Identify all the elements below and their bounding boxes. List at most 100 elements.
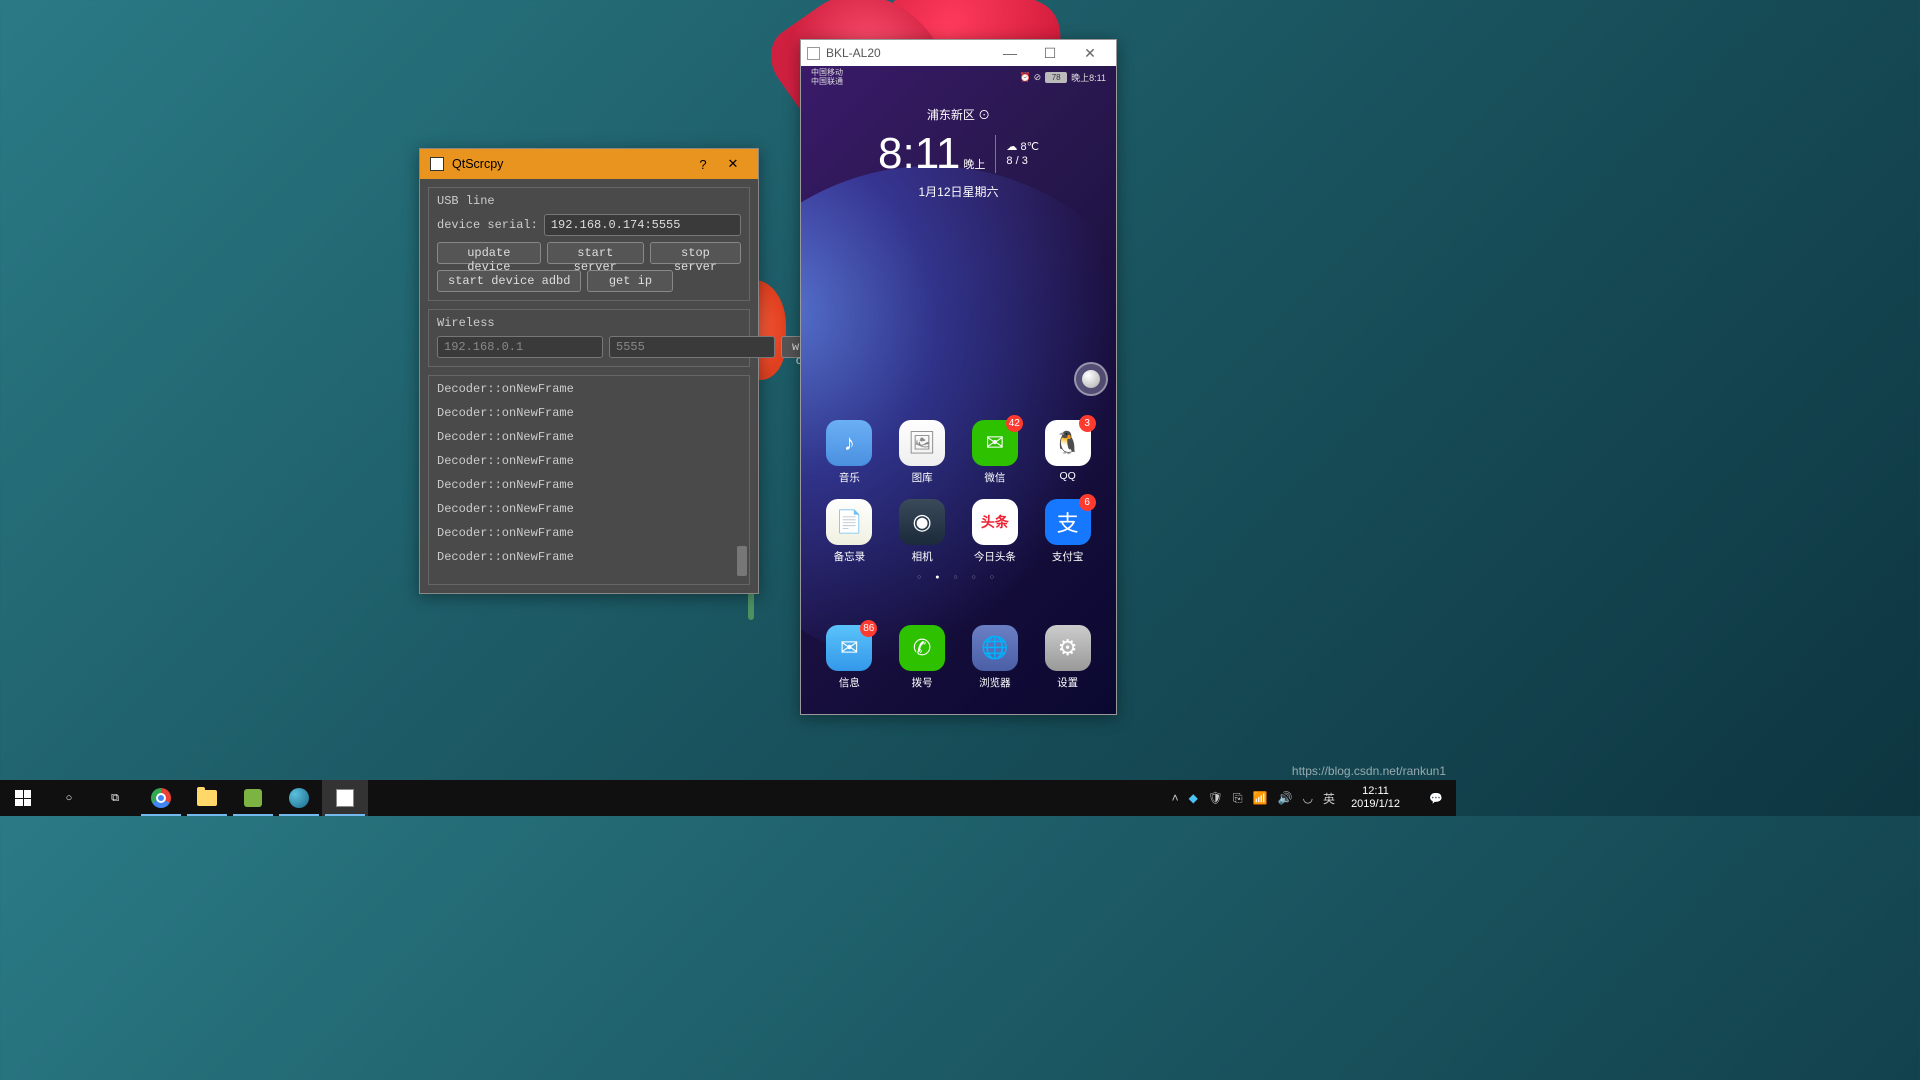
app-图库[interactable]: 🖼 图库 xyxy=(892,420,952,485)
app-icon: ✆ xyxy=(899,625,945,671)
qt-body: USB line device serial: update device st… xyxy=(420,179,758,593)
app-备忘录[interactable]: 📄 备忘录 xyxy=(819,499,879,564)
app-icon: ♪ xyxy=(826,420,872,466)
badge: 86 xyxy=(860,620,877,637)
app-label: 图库 xyxy=(892,470,952,485)
tray-shield-icon[interactable]: 🛡 xyxy=(1208,791,1223,805)
wireless-ip-input[interactable] xyxy=(437,336,603,358)
app-信息[interactable]: ✉信息86 xyxy=(819,625,879,690)
app-label: 浏览器 xyxy=(965,675,1025,690)
app-grid: ♪音乐🖼图库✉微信42🐧QQ3 📄备忘录◉相机头条今日头条支支付宝6 ○ ● ○… xyxy=(801,420,1116,581)
app-label: 信息 xyxy=(819,675,879,690)
log-line: Decoder::onNewFrame xyxy=(437,454,741,468)
divider xyxy=(995,135,996,173)
taskbar-qtscrcpy[interactable] xyxy=(322,780,368,816)
battery-icon: 78 xyxy=(1045,72,1067,83)
tray-wifi-icon[interactable]: 📶 xyxy=(1253,791,1268,805)
cortana-button[interactable]: ○ xyxy=(46,780,92,816)
tray-chevron-icon[interactable]: ˄ xyxy=(1172,791,1179,805)
phone-mirror-window: BKL-AL20 — ☐ ✕ 中国移动 中国联通 ⏰ ⊘ 78 晚上8:11 浦… xyxy=(800,39,1117,715)
system-tray: ˄ ◆ 🛡 ⎘ 📶 🔊 ◡ 英 12:112019/1/12 xyxy=(1162,785,1416,811)
tray-sync-icon[interactable]: ⎘ xyxy=(1233,791,1243,806)
tray-volume-icon[interactable]: 🔊 xyxy=(1278,791,1293,805)
taskbar-chrome[interactable] xyxy=(138,780,184,816)
start-device-adbd-button[interactable]: start device adbd xyxy=(437,270,581,292)
app-label: 设置 xyxy=(1038,675,1098,690)
log-line: Decoder::onNewFrame xyxy=(437,502,741,516)
phone-titlebar[interactable]: BKL-AL20 — ☐ ✕ xyxy=(801,40,1116,66)
app-icon: ◉ xyxy=(899,499,945,545)
app-相机[interactable]: ◉ 相机 xyxy=(892,499,952,564)
app-浏览器[interactable]: 🌐浏览器 xyxy=(965,625,1025,690)
taskbar-explorer[interactable] xyxy=(184,780,230,816)
app-label: 今日头条 xyxy=(965,549,1025,564)
qt-app-icon xyxy=(430,157,444,171)
windows-taskbar: ○ ⧉ ˄ ◆ 🛡 ⎘ 📶 🔊 ◡ 英 12:112019/1/12 💬 xyxy=(0,780,1456,816)
badge: 42 xyxy=(1006,415,1023,432)
app-设置[interactable]: ⚙ 设置 xyxy=(1038,625,1098,690)
start-server-button[interactable]: start server xyxy=(547,242,644,264)
app-label: 相机 xyxy=(892,549,952,564)
app-label: 拨号 xyxy=(892,675,952,690)
stop-server-button[interactable]: stop server xyxy=(650,242,741,264)
update-device-button[interactable]: update device xyxy=(437,242,541,264)
phone-minimize-button[interactable]: — xyxy=(990,45,1030,61)
phone-screen[interactable]: 中国移动 中国联通 ⏰ ⊘ 78 晚上8:11 浦东新区 ⊙ 8:11晚上 ☁ … xyxy=(801,66,1116,714)
app-label: 微信 xyxy=(965,470,1025,485)
tray-ime-label[interactable]: 英 xyxy=(1323,790,1335,807)
date-label: 1月12日星期六 xyxy=(801,183,1116,200)
log-line: Decoder::onNewFrame xyxy=(437,550,741,564)
phone-title-text: BKL-AL20 xyxy=(826,46,990,60)
qt-title-text: QtScrcpy xyxy=(452,157,688,171)
log-line: Decoder::onNewFrame xyxy=(437,406,741,420)
wireless-port-input[interactable] xyxy=(609,336,775,358)
phone-close-button[interactable]: ✕ xyxy=(1070,45,1110,62)
wireless-group-title: Wireless xyxy=(437,316,741,330)
badge: 6 xyxy=(1079,494,1096,511)
log-scrollbar-thumb[interactable] xyxy=(737,546,747,576)
taskbar-app-blue[interactable] xyxy=(276,780,322,816)
page-indicator[interactable]: ○ ● ○ ○ ○ xyxy=(813,574,1104,581)
taskbar-app-green[interactable] xyxy=(230,780,276,816)
qt-titlebar[interactable]: QtScrcpy ? ✕ xyxy=(420,149,758,179)
app-label: 支付宝 xyxy=(1038,549,1098,564)
watermark: https://blog.csdn.net/rankun1 xyxy=(1292,764,1446,778)
usb-group: USB line device serial: update device st… xyxy=(428,187,750,301)
app-支付宝[interactable]: 支支付宝6 xyxy=(1038,499,1098,564)
carrier-label: 中国移动 中国联通 xyxy=(811,68,843,86)
tray-ime-toggle-icon[interactable]: ◡ xyxy=(1303,791,1313,805)
task-view-button[interactable]: ⧉ xyxy=(92,780,138,816)
qt-help-button[interactable]: ? xyxy=(688,157,718,172)
app-QQ[interactable]: 🐧QQ3 xyxy=(1038,420,1098,485)
app-icon: 🖼 xyxy=(899,420,945,466)
log-output[interactable]: Decoder::onNewFrameDecoder::onNewFrameDe… xyxy=(428,375,750,585)
app-今日头条[interactable]: 头条今日头条 xyxy=(965,499,1025,564)
device-serial-input[interactable] xyxy=(544,214,741,236)
qt-close-button[interactable]: ✕ xyxy=(718,156,748,172)
device-serial-label: device serial: xyxy=(437,218,538,232)
log-line: Decoder::onNewFrame xyxy=(437,526,741,540)
app-label: 备忘录 xyxy=(819,549,879,564)
log-line: Decoder::onNewFrame xyxy=(437,382,741,396)
app-icon: 头条 xyxy=(972,499,1018,545)
weather-info: ☁ 8℃ 8 / 3 xyxy=(1006,140,1039,168)
app-icon: ⚙ xyxy=(1045,625,1091,671)
clock-weather-widget[interactable]: 浦东新区 ⊙ 8:11晚上 ☁ 8℃ 8 / 3 1月12日星期六 xyxy=(801,88,1116,200)
clock-time: 8:11晚上 xyxy=(878,129,985,179)
usb-group-title: USB line xyxy=(437,194,741,208)
log-line: Decoder::onNewFrame xyxy=(437,478,741,492)
start-button[interactable] xyxy=(0,780,46,816)
taskbar-clock[interactable]: 12:112019/1/12 xyxy=(1345,785,1406,811)
tray-app-icon[interactable]: ◆ xyxy=(1189,791,1198,805)
get-ip-button[interactable]: get ip xyxy=(587,270,673,292)
app-拨号[interactable]: ✆ 拨号 xyxy=(892,625,952,690)
location-label: 浦东新区 ⊙ xyxy=(801,106,1116,123)
app-icon: 📄 xyxy=(826,499,872,545)
app-音乐[interactable]: ♪音乐 xyxy=(819,420,879,485)
phone-maximize-button[interactable]: ☐ xyxy=(1030,45,1070,62)
floating-nav-button[interactable] xyxy=(1074,362,1108,396)
notification-button[interactable]: 💬 xyxy=(1416,780,1456,816)
status-time: 晚上8:11 xyxy=(1071,71,1106,84)
qtscrcpy-window: QtScrcpy ? ✕ USB line device serial: upd… xyxy=(419,148,759,594)
app-微信[interactable]: ✉微信42 xyxy=(965,420,1025,485)
